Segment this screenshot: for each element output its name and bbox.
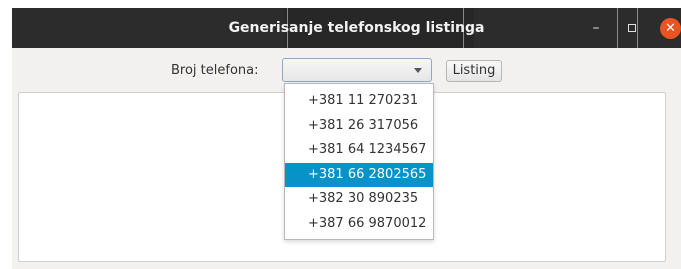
dropdown-option[interactable]: +387 66 9870012 [285, 212, 433, 237]
minimize-icon[interactable]: – [586, 18, 606, 38]
application-window: Generisanje telefonskog listinga – ✕ Bro… [0, 0, 681, 269]
window-title: Generisanje telefonskog listinga [228, 20, 485, 36]
title-bar: Generisanje telefonskog listinga – ✕ [12, 8, 681, 48]
close-icon[interactable]: ✕ [660, 18, 681, 39]
phone-dropdown-list: +381 11 270231 +381 26 317056 +381 64 12… [284, 83, 434, 240]
dropdown-option[interactable]: +382 30 890235 [285, 187, 433, 212]
phone-number-label: Broj telefona: [171, 63, 259, 78]
dropdown-option-highlighted[interactable]: +381 66 2802565 [285, 162, 433, 187]
dropdown-option[interactable]: +381 26 317056 [285, 114, 433, 139]
dropdown-option[interactable]: +381 11 270231 [285, 89, 433, 114]
chevron-down-icon[interactable] [414, 68, 422, 73]
maximize-icon[interactable] [622, 18, 642, 38]
phone-number-combobox[interactable] [282, 58, 432, 82]
listing-button[interactable]: Listing [446, 60, 502, 82]
dropdown-option[interactable]: +381 64 1234567 [285, 138, 433, 163]
